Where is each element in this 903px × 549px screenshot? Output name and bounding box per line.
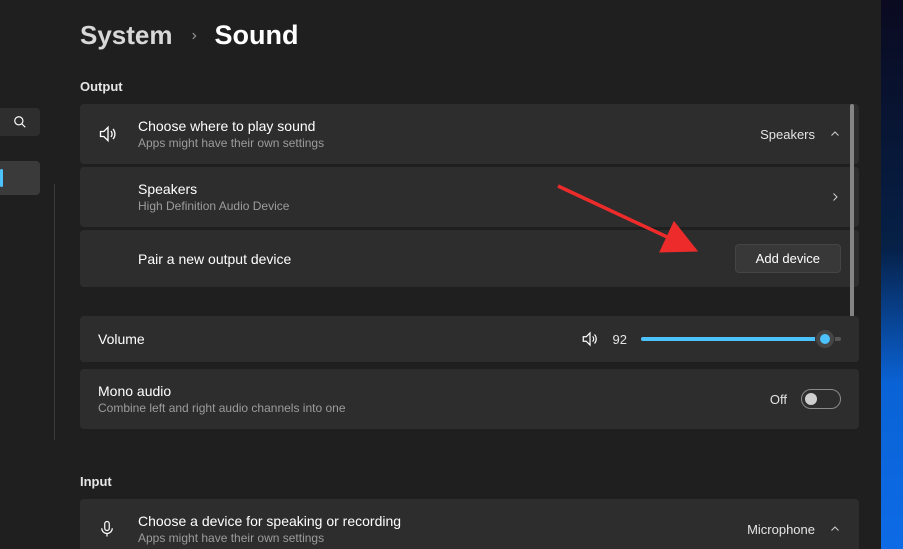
volume-slider-thumb[interactable] [816, 330, 834, 348]
chevron-right-icon [189, 28, 199, 44]
output-choose-title: Choose where to play sound [138, 118, 760, 134]
section-output-label: Output [80, 79, 859, 94]
output-pair-title: Pair a new output device [138, 251, 735, 267]
breadcrumb-root[interactable]: System [80, 20, 173, 51]
search-icon [13, 115, 27, 129]
section-input-label: Input [80, 474, 859, 489]
speaker-icon [98, 124, 118, 144]
output-choose-subtitle: Apps might have their own settings [138, 136, 760, 150]
toggle-knob [805, 393, 817, 405]
output-choose-value: Speakers [760, 127, 815, 142]
input-choose-value: Microphone [747, 522, 815, 537]
add-device-button[interactable]: Add device [735, 244, 841, 273]
output-device-subtitle: High Definition Audio Device [138, 199, 829, 213]
volume-card: Volume 92 [80, 316, 859, 362]
settings-app: System Sound Output Choose where to play… [0, 0, 881, 549]
mono-subtitle: Combine left and right audio channels in… [98, 401, 770, 415]
speaker-icon[interactable] [581, 330, 599, 348]
sidebar-search[interactable] [0, 108, 40, 136]
breadcrumb: System Sound [80, 20, 859, 51]
output-device-title: Speakers [138, 181, 829, 197]
output-pair-card: Pair a new output device Add device [80, 230, 859, 287]
sidebar-item-system[interactable] [0, 161, 40, 195]
output-choose-card[interactable]: Choose where to play sound Apps might ha… [80, 104, 859, 164]
output-device-card[interactable]: Speakers High Definition Audio Device [80, 167, 859, 227]
chevron-right-icon [829, 191, 841, 203]
chevron-up-icon [829, 523, 841, 535]
content-divider [54, 184, 55, 440]
volume-slider-fill [641, 337, 825, 341]
chevron-up-icon [829, 128, 841, 140]
input-choose-card[interactable]: Choose a device for speaking or recordin… [80, 499, 859, 549]
mono-title: Mono audio [98, 383, 770, 399]
content-area: System Sound Output Choose where to play… [80, 20, 859, 549]
volume-slider[interactable] [641, 337, 841, 341]
volume-label: Volume [98, 331, 567, 347]
volume-value: 92 [613, 332, 627, 347]
mono-audio-card[interactable]: Mono audio Combine left and right audio … [80, 369, 859, 429]
input-choose-subtitle: Apps might have their own settings [138, 531, 747, 545]
input-choose-title: Choose a device for speaking or recordin… [138, 513, 747, 529]
mono-toggle[interactable] [801, 389, 841, 409]
page-title: Sound [215, 20, 299, 51]
mono-state: Off [770, 392, 787, 407]
window-edge [881, 0, 903, 549]
microphone-icon [98, 520, 116, 538]
output-group: Choose where to play sound Apps might ha… [80, 104, 859, 290]
